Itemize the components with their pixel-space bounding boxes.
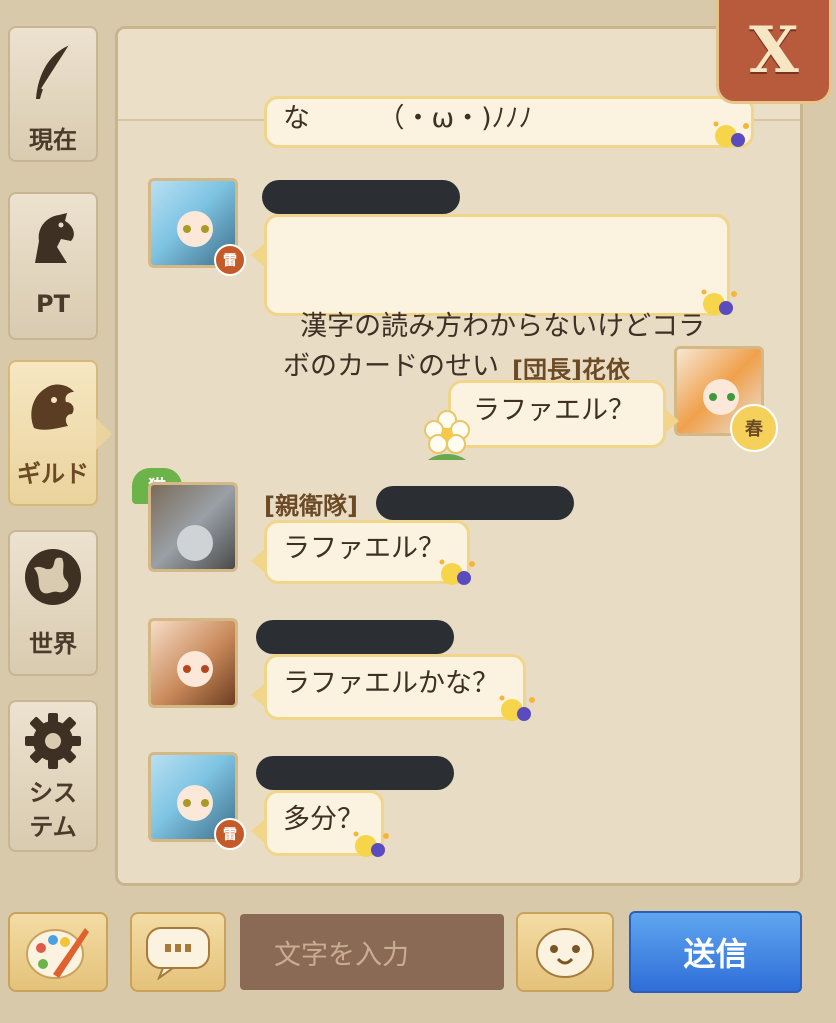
stamp-palette-button[interactable] bbox=[8, 912, 108, 992]
globe-icon bbox=[10, 546, 96, 608]
redacted-name bbox=[262, 180, 460, 214]
flower-sticker-icon bbox=[499, 695, 535, 721]
redacted-name bbox=[256, 620, 454, 654]
season-badge: 春 bbox=[730, 404, 778, 452]
speech-bubble-icon bbox=[146, 927, 210, 980]
attribute-badge: 雷 bbox=[214, 244, 246, 276]
tab-current[interactable]: 現在 bbox=[8, 26, 98, 162]
horse-head-icon bbox=[10, 208, 96, 270]
flower-sticker-icon bbox=[439, 559, 475, 585]
chat-bubble: 漢字の読み方わからないけどコラ ボのカードのせい bbox=[251, 214, 730, 382]
chat-bubble: ラファエルかな？ bbox=[251, 654, 526, 720]
message-text: な （・ω・)ﾉﾉﾉ bbox=[283, 103, 533, 134]
chat-bubble: ラファエル？ bbox=[448, 380, 679, 448]
tab-guild-label: ギルド bbox=[17, 460, 89, 488]
emoji-button[interactable] bbox=[516, 912, 614, 992]
flower-sticker-icon bbox=[713, 121, 749, 147]
message-text: ラファエル？ bbox=[473, 395, 635, 426]
flower-sticker-icon bbox=[701, 289, 737, 315]
avatar[interactable] bbox=[148, 618, 238, 708]
gear-icon bbox=[10, 710, 96, 772]
attribute-badge: 雷 bbox=[214, 818, 246, 850]
send-button[interactable]: 送信 bbox=[629, 911, 802, 993]
tab-system[interactable]: シス テム bbox=[8, 700, 98, 852]
quick-message-button[interactable] bbox=[130, 912, 226, 992]
message-text: ラファエルかな？ bbox=[283, 668, 499, 699]
close-button[interactable]: X bbox=[716, 0, 832, 104]
smile-face-icon bbox=[536, 928, 594, 978]
message-input[interactable]: 文字を入力 bbox=[240, 914, 504, 990]
redacted-name bbox=[256, 756, 454, 790]
redacted-name bbox=[376, 486, 574, 520]
tab-world[interactable]: 世界 bbox=[8, 530, 98, 676]
tab-world-label: 世界 bbox=[29, 630, 77, 658]
flower-sticker-icon bbox=[353, 831, 389, 857]
tab-system-label: シス テム bbox=[29, 779, 77, 841]
white-flower-sticker-icon bbox=[424, 410, 470, 460]
tab-party[interactable]: PT bbox=[8, 192, 98, 340]
message-text: ラファエル？ bbox=[283, 533, 445, 564]
quill-icon bbox=[10, 42, 96, 104]
avatar[interactable] bbox=[148, 482, 238, 572]
active-tab-pointer bbox=[96, 418, 112, 450]
palette-icon bbox=[26, 928, 89, 979]
chat-bubble: な （・ω・)ﾉﾉﾉ bbox=[264, 96, 754, 148]
lion-crest-icon bbox=[10, 376, 96, 438]
tab-party-label: PT bbox=[36, 290, 70, 318]
tab-current-label: 現在 bbox=[29, 126, 77, 154]
sender-name: [親衛隊] bbox=[264, 492, 358, 520]
tab-guild[interactable]: ギルド bbox=[8, 360, 98, 506]
